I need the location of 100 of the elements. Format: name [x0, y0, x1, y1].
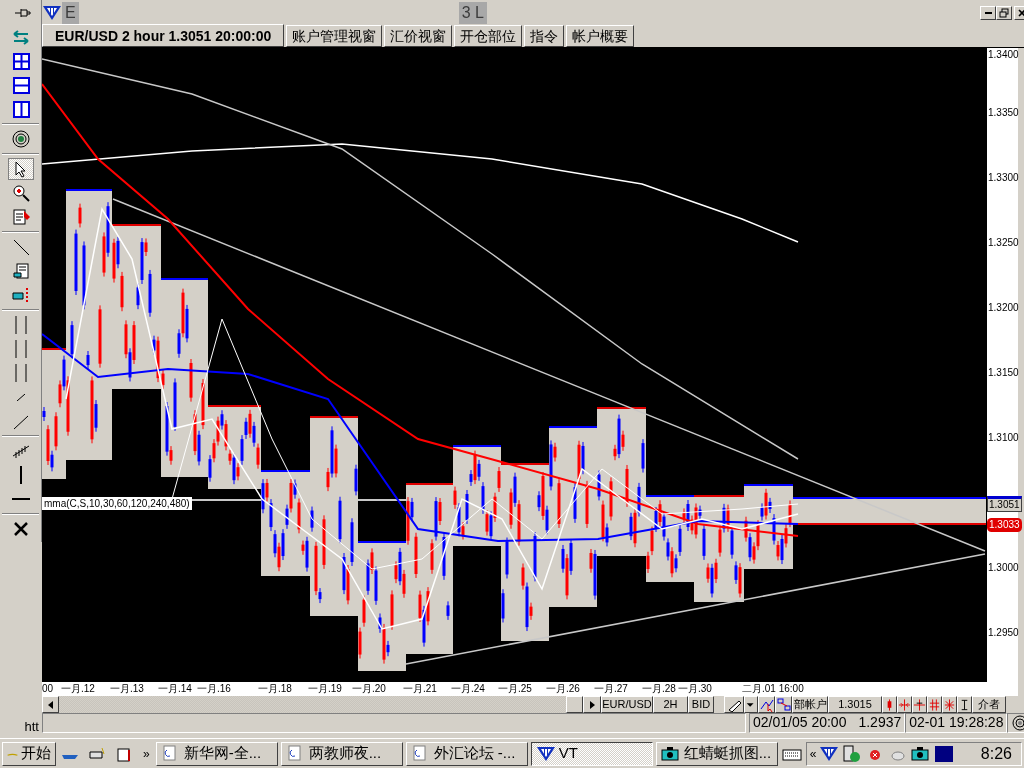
zoom-icon [10, 183, 31, 203]
tray-expand-button[interactable]: « [809, 744, 817, 763]
account-label: 部帐户 [792, 696, 828, 713]
short-diagonal-icon [16, 393, 25, 401]
tab[interactable]: 帐户概要 [566, 25, 635, 47]
hand-pointer-icon [10, 285, 31, 305]
logo-icon [42, 3, 62, 22]
taskbar-button[interactable]: VT [530, 741, 653, 766]
price-tick-label: 1.3300 [988, 172, 1019, 184]
close-icon [1017, 7, 1024, 18]
price-tick-label: 1.3350 [988, 107, 1019, 119]
cross-button[interactable] [912, 696, 927, 713]
price-marker: 1.3033 [987, 518, 1022, 532]
tab[interactable]: 汇价视窗 [384, 25, 453, 47]
vertical-line-icon [19, 466, 22, 484]
taskbar-button[interactable]: 两教师夜... [280, 741, 403, 766]
minimize-button[interactable] [980, 5, 997, 20]
grid-icon [10, 51, 31, 71]
scroll-left-button[interactable] [42, 696, 59, 713]
date-label: 一月.14 [158, 682, 192, 696]
window-icon[interactable] [934, 744, 955, 763]
tail-label: 介者 [972, 696, 1006, 713]
date-label: 一月.20 [352, 682, 386, 696]
date-label: 一月.27 [594, 682, 628, 696]
date-label: 一月.13 [110, 682, 144, 696]
crosshair-button[interactable] [897, 696, 912, 713]
scroll-right-button[interactable] [583, 696, 601, 713]
price-tick-label: 1.3400 [988, 49, 1019, 61]
price-button[interactable]: 1.3015 [828, 696, 882, 713]
dropdown-button[interactable] [744, 696, 758, 713]
right-arrow-icon [589, 700, 595, 709]
price-marker: 1.3051 [987, 496, 1022, 512]
connection-icon [1011, 714, 1024, 731]
candle-button[interactable] [882, 696, 897, 713]
date-label: 二月.01 16:00 [742, 682, 804, 696]
price-tick-label: 1.3200 [988, 302, 1019, 314]
logo-icon [535, 744, 556, 763]
taskbar-button[interactable]: 红蜻蜓抓图... [655, 741, 778, 766]
url-text: htt [24, 717, 39, 736]
symbol-button[interactable]: EUR/USD [601, 696, 653, 713]
minimize-icon [984, 11, 992, 14]
link-button[interactable] [775, 696, 792, 713]
date-label: 一月.12 [61, 682, 95, 696]
document-icon [10, 207, 31, 227]
date-label: 一月.30 [678, 682, 712, 696]
taskbar-button[interactable]: 新华网-全... [155, 741, 278, 766]
tab[interactable]: 指令 [524, 25, 565, 47]
hash-icon [928, 697, 941, 712]
date-label: 一月.16 [197, 682, 231, 696]
start-button[interactable]: 开始 [2, 741, 56, 766]
columns-icon [10, 99, 31, 119]
date-label: 一月.26 [546, 682, 580, 696]
date-label: 一月.18 [258, 682, 292, 696]
horizontal-line-icon [11, 498, 30, 500]
date-label: 一月.19 [308, 682, 342, 696]
status-datetime: 02/01/05 20:00 [753, 714, 847, 732]
price-tick-label: 1.2950 [988, 627, 1019, 639]
taskbar-button[interactable]: 外汇论坛 -... [405, 741, 528, 766]
price-tick-label: 1.3000 [988, 562, 1019, 574]
date-label: 一月.21 [403, 682, 437, 696]
server-icon[interactable] [842, 744, 863, 763]
left-arrow-icon [47, 700, 54, 709]
scroll-box[interactable] [566, 696, 583, 713]
more-button[interactable]: » [140, 744, 153, 763]
status-clock: 02-01 19:28:28 [905, 713, 1008, 733]
asterisk-icon [943, 697, 956, 712]
chart-cursor-icon [759, 697, 774, 712]
tab[interactable]: EUR/USD 2 hour 1.3051 20:00:00 [42, 24, 285, 47]
date-label: 00 [42, 682, 54, 696]
price-side-button[interactable]: BID [688, 696, 714, 713]
indicator-label: mma(C,S,10,30,60,120,240,480) [42, 497, 192, 510]
pen-button[interactable] [724, 696, 744, 713]
price-tick-label: 1.3250 [988, 237, 1019, 249]
target-icon [10, 129, 31, 149]
range-button[interactable] [957, 696, 972, 713]
window-title: E [62, 1, 79, 24]
crosshair-icon [898, 697, 911, 712]
cursor-button[interactable] [7, 158, 34, 180]
camera-icon [660, 744, 681, 763]
connector-icon [776, 697, 791, 712]
period-button[interactable]: 2H [653, 696, 688, 713]
tab[interactable]: 开仓部位 [454, 25, 523, 47]
hash-button[interactable] [927, 696, 942, 713]
date-label: 一月.24 [451, 682, 485, 696]
logo-icon[interactable] [819, 744, 840, 763]
price-tick-label: 1.3100 [988, 432, 1019, 444]
status-price: 1.2937 [858, 714, 902, 732]
rows-icon [10, 75, 31, 95]
cursor-chart-button[interactable] [758, 696, 775, 713]
camera-icon[interactable] [911, 744, 932, 763]
restore-icon [999, 7, 1010, 18]
date-label: 一月.28 [642, 682, 676, 696]
price-tick-label: 1.3150 [988, 367, 1019, 379]
restore-button[interactable] [996, 5, 1013, 20]
star-cross-button[interactable] [942, 696, 957, 713]
hand-document-icon [10, 261, 31, 281]
cross-icon [913, 697, 926, 712]
date-label: 一月.25 [498, 682, 532, 696]
window-title: 3 L [458, 1, 487, 24]
tab[interactable]: 账户管理视窗 [286, 25, 383, 47]
